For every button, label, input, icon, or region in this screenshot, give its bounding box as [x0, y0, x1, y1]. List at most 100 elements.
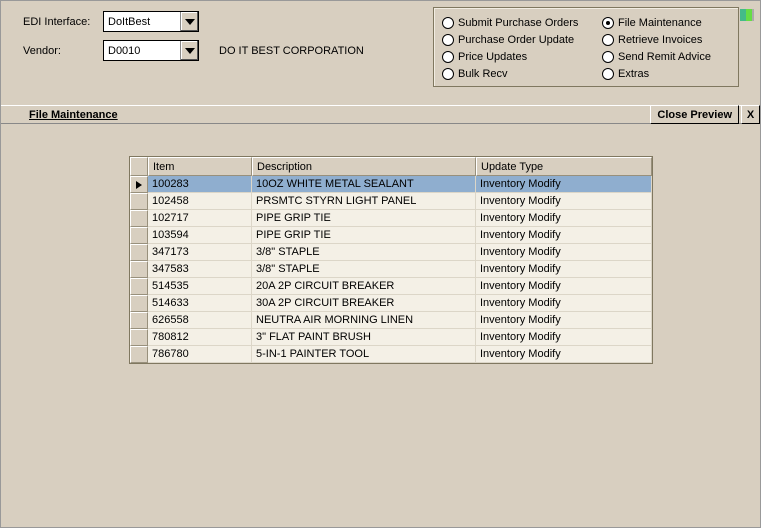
table-row[interactable]: 51453520A 2P CIRCUIT BREAKERInventory Mo…: [130, 278, 652, 295]
row-indicator[interactable]: [130, 227, 148, 244]
cell-description[interactable]: 3/8" STAPLE: [252, 244, 476, 261]
cell-description[interactable]: 10OZ WHITE METAL SEALANT: [252, 176, 476, 193]
radio-purchase-order-update[interactable]: Purchase Order Update: [442, 34, 602, 46]
grid-header-item[interactable]: Item: [148, 157, 252, 176]
cell-update-type[interactable]: Inventory Modify: [476, 193, 652, 210]
cell-update-type[interactable]: Inventory Modify: [476, 278, 652, 295]
radio-icon: [442, 34, 454, 46]
cell-update-type[interactable]: Inventory Modify: [476, 329, 652, 346]
table-row[interactable]: 3471733/8" STAPLEInventory Modify: [130, 244, 652, 261]
cell-item[interactable]: 626558: [148, 312, 252, 329]
cell-description[interactable]: 3" FLAT PAINT BRUSH: [252, 329, 476, 346]
row-indicator[interactable]: [130, 176, 148, 193]
vendor-label: Vendor:: [23, 45, 103, 57]
current-row-icon: [136, 181, 142, 189]
chevron-down-icon[interactable]: [180, 41, 198, 60]
cell-item[interactable]: 103594: [148, 227, 252, 244]
cell-description[interactable]: PRSMTC STYRN LIGHT PANEL: [252, 193, 476, 210]
table-row[interactable]: 102458PRSMTC STYRN LIGHT PANELInventory …: [130, 193, 652, 210]
cell-item[interactable]: 347173: [148, 244, 252, 261]
edi-interface-value: DoItBest: [108, 16, 180, 28]
cell-description[interactable]: NEUTRA AIR MORNING LINEN: [252, 312, 476, 329]
close-icon[interactable]: X: [741, 105, 760, 124]
row-indicator[interactable]: [130, 261, 148, 278]
row-indicator[interactable]: [130, 312, 148, 329]
radio-price-updates[interactable]: Price Updates: [442, 51, 602, 63]
cell-item[interactable]: 100283: [148, 176, 252, 193]
row-indicator[interactable]: [130, 210, 148, 227]
radio-label: Retrieve Invoices: [618, 34, 702, 46]
cell-update-type[interactable]: Inventory Modify: [476, 346, 652, 363]
chevron-down-icon[interactable]: [180, 12, 198, 31]
radio-submit-purchase-orders[interactable]: Submit Purchase Orders: [442, 17, 602, 29]
cell-item[interactable]: 347583: [148, 261, 252, 278]
radio-label: Submit Purchase Orders: [458, 17, 578, 29]
row-indicator[interactable]: [130, 193, 148, 210]
table-row[interactable]: 626558NEUTRA AIR MORNING LINENInventory …: [130, 312, 652, 329]
radio-retrieve-invoices[interactable]: Retrieve Invoices: [602, 34, 742, 46]
row-indicator[interactable]: [130, 244, 148, 261]
radio-label: Purchase Order Update: [458, 34, 574, 46]
row-indicator[interactable]: [130, 346, 148, 363]
cell-item[interactable]: 514633: [148, 295, 252, 312]
cell-update-type[interactable]: Inventory Modify: [476, 210, 652, 227]
radio-label: Extras: [618, 68, 649, 80]
table-row[interactable]: 51463330A 2P CIRCUIT BREAKERInventory Mo…: [130, 295, 652, 312]
close-preview-button[interactable]: Close Preview: [650, 105, 739, 124]
radio-send-remit-advice[interactable]: Send Remit Advice: [602, 51, 742, 63]
cell-description[interactable]: 3/8" STAPLE: [252, 261, 476, 278]
radio-label: Send Remit Advice: [618, 51, 711, 63]
cell-description[interactable]: PIPE GRIP TIE: [252, 227, 476, 244]
grid-header-update-type[interactable]: Update Type: [476, 157, 652, 176]
cell-item[interactable]: 102458: [148, 193, 252, 210]
vendor-dropdown[interactable]: D0010: [103, 40, 199, 61]
radio-label: Bulk Recv: [458, 68, 508, 80]
cell-update-type[interactable]: Inventory Modify: [476, 244, 652, 261]
flag-icon: [740, 9, 754, 21]
edi-interface-label: EDI Interface:: [23, 16, 103, 28]
table-row[interactable]: 7867805-IN-1 PAINTER TOOLInventory Modif…: [130, 346, 652, 363]
radio-icon: [442, 68, 454, 80]
table-row[interactable]: 103594PIPE GRIP TIEInventory Modify: [130, 227, 652, 244]
actions-groupbox: Submit Purchase Orders File Maintenance Pu…: [433, 7, 739, 87]
cell-description[interactable]: 20A 2P CIRCUIT BREAKER: [252, 278, 476, 295]
radio-icon: [602, 68, 614, 80]
cell-update-type[interactable]: Inventory Modify: [476, 176, 652, 193]
cell-item[interactable]: 786780: [148, 346, 252, 363]
radio-extras[interactable]: Extras: [602, 68, 742, 80]
file-maintenance-grid[interactable]: Item Description Update Type 10028310OZ …: [129, 156, 653, 364]
cell-update-type[interactable]: Inventory Modify: [476, 295, 652, 312]
radio-label: Price Updates: [458, 51, 527, 63]
cell-update-type[interactable]: Inventory Modify: [476, 312, 652, 329]
cell-description[interactable]: 30A 2P CIRCUIT BREAKER: [252, 295, 476, 312]
edi-interface-dropdown[interactable]: DoItBest: [103, 11, 199, 32]
vendor-name: DO IT BEST CORPORATION: [219, 45, 364, 57]
cell-description[interactable]: PIPE GRIP TIE: [252, 210, 476, 227]
radio-icon: [602, 34, 614, 46]
row-indicator[interactable]: [130, 295, 148, 312]
radio-bulk-recv[interactable]: Bulk Recv: [442, 68, 602, 80]
vendor-value: D0010: [108, 45, 180, 57]
row-indicator[interactable]: [130, 329, 148, 346]
cell-item[interactable]: 514535: [148, 278, 252, 295]
cell-update-type[interactable]: Inventory Modify: [476, 227, 652, 244]
cell-update-type[interactable]: Inventory Modify: [476, 261, 652, 278]
table-row[interactable]: 10028310OZ WHITE METAL SEALANTInventory …: [130, 176, 652, 193]
section-title: File Maintenance: [1, 109, 118, 121]
grid-header-description[interactable]: Description: [252, 157, 476, 176]
row-indicator[interactable]: [130, 278, 148, 295]
radio-file-maintenance[interactable]: File Maintenance: [602, 17, 742, 29]
cell-description[interactable]: 5-IN-1 PAINTER TOOL: [252, 346, 476, 363]
grid-header-indicator[interactable]: [130, 157, 148, 176]
radio-icon: [442, 17, 454, 29]
radio-icon: [602, 51, 614, 63]
radio-label: File Maintenance: [618, 17, 702, 29]
table-row[interactable]: 7808123" FLAT PAINT BRUSHInventory Modif…: [130, 329, 652, 346]
table-row[interactable]: 102717PIPE GRIP TIEInventory Modify: [130, 210, 652, 227]
cell-item[interactable]: 102717: [148, 210, 252, 227]
cell-item[interactable]: 780812: [148, 329, 252, 346]
radio-icon: [442, 51, 454, 63]
radio-icon: [602, 17, 614, 29]
table-row[interactable]: 3475833/8" STAPLEInventory Modify: [130, 261, 652, 278]
grid-header-row: Item Description Update Type: [130, 157, 652, 176]
